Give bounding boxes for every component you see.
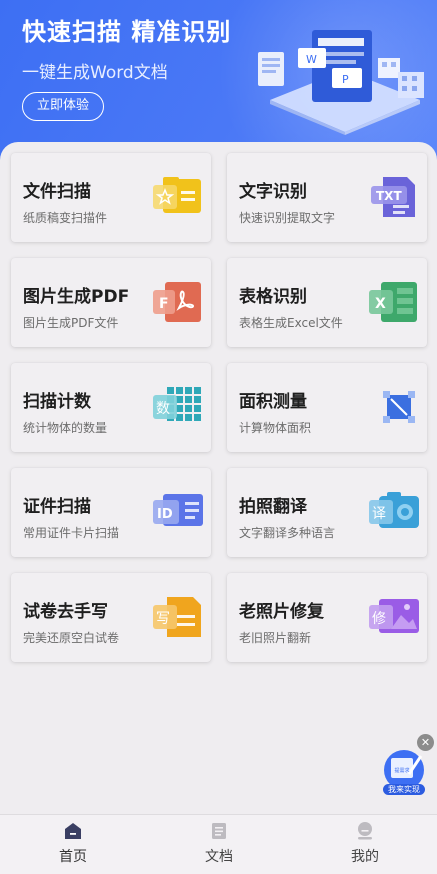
tab-label: 文档 (205, 849, 233, 865)
feature-subtitle: 常用证件卡片扫描 (23, 526, 120, 540)
svg-text:F: F (159, 296, 169, 312)
svg-text:译: 译 (372, 506, 386, 522)
feature-title: 图片生成PDF (23, 287, 130, 307)
feature-card-image-to-pdf[interactable]: 图片生成PDF 图片生成PDF文件 F (11, 258, 211, 347)
feature-subtitle: 纸质稿变扫描件 (23, 211, 108, 225)
tab-profile[interactable]: 我的 (292, 815, 437, 874)
feature-title: 老照片修复 (239, 602, 324, 622)
camera-translate-icon: 译 (369, 492, 419, 528)
home-icon (65, 823, 81, 839)
feature-title: 表格识别 (239, 287, 307, 307)
feature-subtitle: 表格生成Excel文件 (239, 316, 343, 330)
bottom-tab-bar: 首页 文档 我的 (0, 814, 437, 874)
svg-text:TXT: TXT (376, 189, 402, 203)
feature-title: 文字识别 (239, 182, 307, 202)
feature-card-table-ocr[interactable]: 表格识别 表格生成Excel文件 X (227, 258, 427, 347)
feature-title: 文件扫描 (23, 182, 91, 202)
id-card-icon: ID (153, 494, 203, 526)
feature-title: 扫描计数 (23, 392, 91, 412)
folder-star-icon (153, 177, 201, 213)
feature-subtitle: 老旧照片翻新 (239, 631, 312, 645)
feature-subtitle: 统计物体的数量 (23, 421, 108, 435)
try-now-button[interactable]: 立即体验 (22, 92, 104, 121)
feature-request-badge[interactable]: 提需求 我来实现 (379, 748, 429, 796)
svg-text:修: 修 (372, 611, 386, 627)
exam-paper-icon: 写 (153, 597, 201, 637)
banner-subtitle: 一键生成Word文档 (22, 63, 168, 83)
feature-title: 试卷去手写 (23, 602, 108, 622)
feature-card-text-ocr[interactable]: 文字识别 快速识别提取文字 TXT (227, 153, 427, 242)
feature-card-photo-translate[interactable]: 拍照翻译 文字翻译多种语言 译 (227, 468, 427, 557)
svg-text:ID: ID (157, 507, 173, 522)
tab-label: 首页 (59, 849, 87, 865)
feature-subtitle: 图片生成PDF文件 (23, 316, 119, 330)
svg-text:写: 写 (156, 611, 170, 627)
photo-restore-icon: 修 (369, 599, 419, 633)
svg-text:W: W (306, 53, 317, 66)
feature-subtitle: 快速识别提取文字 (239, 211, 336, 225)
svg-text:P: P (342, 73, 349, 86)
feature-card-area-measure[interactable]: 面积测量 计算物体面积 (227, 363, 427, 452)
tab-label: 我的 (351, 849, 379, 865)
feature-title: 证件扫描 (23, 497, 91, 517)
document-icon (212, 823, 226, 839)
feature-card-file-scan[interactable]: 文件扫描 纸质稿变扫描件 (11, 153, 211, 242)
svg-text:数: 数 (156, 401, 170, 417)
svg-text:X: X (375, 296, 386, 312)
feature-title: 拍照翻译 (239, 497, 307, 517)
request-badge-top-text: 提需求 (394, 768, 410, 774)
feature-card-id-scan[interactable]: 证件扫描 常用证件卡片扫描 ID (11, 468, 211, 557)
excel-document-icon: X (369, 282, 417, 322)
scanner-illustration-icon: W P (258, 30, 424, 135)
tab-home[interactable]: 首页 (0, 815, 146, 874)
txt-document-icon: TXT (371, 177, 415, 217)
tab-documents[interactable]: 文档 (146, 815, 292, 874)
feature-panel: 文件扫描 纸质稿变扫描件 文字识别 快速识别提取文字 TXT 图片生成PDF 图… (0, 142, 437, 814)
feature-subtitle: 计算物体面积 (239, 421, 312, 435)
feature-card-photo-restore[interactable]: 老照片修复 老旧照片翻新 修 (227, 573, 427, 662)
banner-title: 快速扫描 精准识别 (22, 18, 232, 46)
request-badge-label: 我来实现 (388, 785, 420, 794)
feature-subtitle: 完美还原空白试卷 (23, 631, 120, 645)
feature-card-scan-count[interactable]: 扫描计数 统计物体的数量 数 (11, 363, 211, 452)
count-grid-icon: 数 (153, 387, 201, 421)
feature-title: 面积测量 (239, 392, 307, 412)
pdf-document-icon: F (153, 282, 201, 322)
feature-card-exam-erase[interactable]: 试卷去手写 完美还原空白试卷 写 (11, 573, 211, 662)
profile-icon (358, 822, 372, 840)
area-measure-icon (383, 391, 415, 423)
feature-subtitle: 文字翻译多种语言 (239, 526, 336, 540)
